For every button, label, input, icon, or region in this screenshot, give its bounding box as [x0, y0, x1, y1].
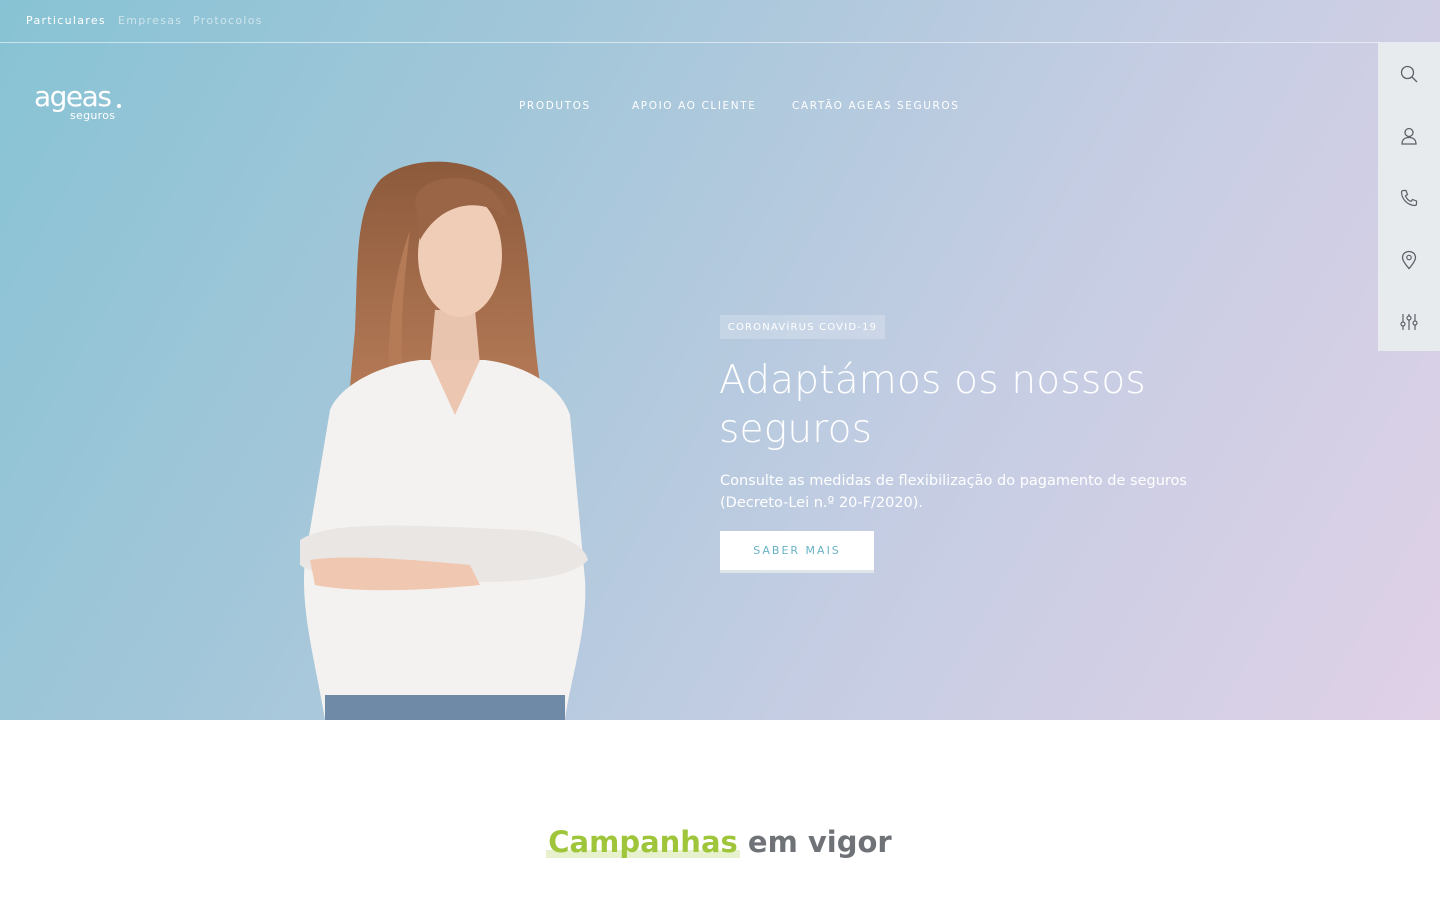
campaigns-heading: Campanhas em vigor	[0, 822, 1440, 862]
search-button[interactable]	[1378, 43, 1440, 105]
phone-icon	[1400, 189, 1418, 207]
campaigns-rest: em vigor	[747, 825, 892, 859]
hero-section: Particulares Empresas Protocolos ageas s…	[0, 0, 1440, 720]
quick-actions-sidebar	[1378, 43, 1440, 351]
saber-mais-button[interactable]: SABER MAIS	[720, 531, 874, 573]
segment-bar: Particulares Empresas Protocolos	[0, 0, 1440, 43]
hero-title: Adaptámos os nossos seguros	[719, 358, 1146, 452]
covid-badge: CORONAVÍRUS COVID-19	[720, 315, 885, 339]
segment-protocolos[interactable]: Protocolos	[193, 14, 263, 27]
hero-woman-image	[300, 161, 588, 720]
location-pin-icon	[1401, 250, 1417, 270]
nav-apoio-ao-cliente[interactable]: APOIO AO CLIENTE	[632, 100, 757, 112]
filters-button[interactable]	[1378, 291, 1440, 353]
account-button[interactable]	[1378, 105, 1440, 167]
contact-button[interactable]	[1378, 167, 1440, 229]
segment-empresas[interactable]: Empresas	[118, 14, 182, 27]
search-icon	[1400, 65, 1418, 83]
segment-particulares[interactable]: Particulares	[26, 14, 106, 27]
nav-cartao-ageas-seguros[interactable]: CARTÃO AGEAS SEGUROS	[792, 100, 960, 112]
nav-produtos[interactable]: PRODUTOS	[519, 100, 591, 112]
user-icon	[1401, 127, 1417, 145]
hero-description: Consulte as medidas de flexibilização do…	[720, 473, 1187, 511]
main-nav: PRODUTOS APOIO AO CLIENTE CARTÃO AGEAS S…	[0, 100, 1440, 116]
filter-sliders-icon	[1400, 314, 1418, 330]
campaigns-highlight: Campanhas	[546, 822, 740, 862]
locations-button[interactable]	[1378, 229, 1440, 291]
